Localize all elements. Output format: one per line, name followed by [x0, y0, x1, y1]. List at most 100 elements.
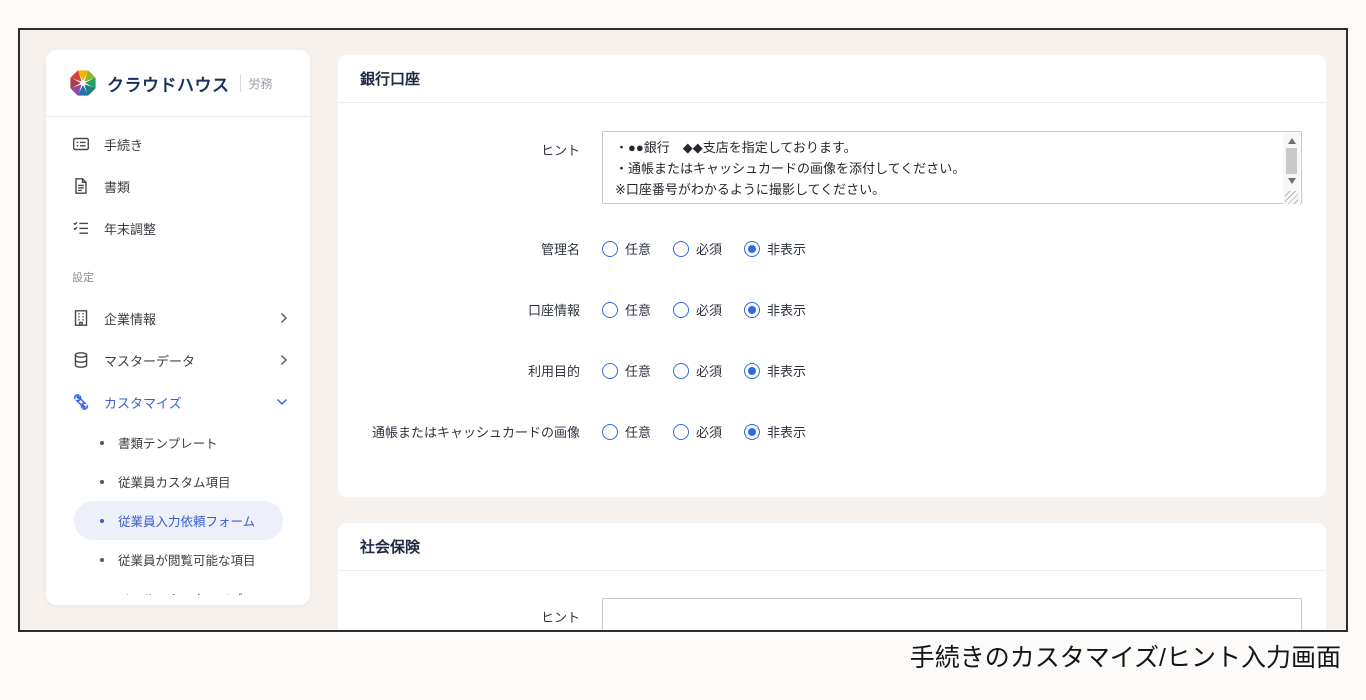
radio-group: 任意 必須 非表示 — [602, 300, 806, 319]
sidebar-subitem-label: 従業員カスタム項目 — [118, 472, 231, 491]
radio-group: 任意 必須 非表示 — [602, 361, 806, 380]
radio-icon[interactable] — [673, 363, 689, 379]
radio-icon[interactable] — [602, 363, 618, 379]
sidebar-item-label: 書類 — [104, 177, 130, 196]
sidebar-item-label: 企業情報 — [104, 309, 156, 328]
radio-option-required[interactable]: 必須 — [673, 300, 722, 319]
field-label: 口座情報 — [338, 300, 580, 319]
sidebar-subitem-employee-viewable-items[interactable]: 従業員が閲覧可能な項目 — [74, 540, 283, 579]
radio-label: 任意 — [625, 239, 651, 258]
radio-option-hidden[interactable]: 非表示 — [744, 300, 806, 319]
hint-label: ヒント — [338, 598, 580, 626]
sidebar-subitem-label: 従業員入力依頼フォーム — [118, 511, 255, 530]
scroll-up-icon[interactable] — [1288, 138, 1296, 144]
radio-icon[interactable] — [744, 424, 760, 440]
cloudhouse-logo-icon — [68, 68, 98, 98]
section-title: 社会保険 — [338, 523, 1326, 571]
hint-field-row: ヒント — [338, 598, 1326, 632]
radio-icon[interactable] — [602, 241, 618, 257]
database-icon — [72, 351, 90, 369]
field-label: 管理名 — [338, 239, 580, 258]
sidebar-subitem-doc-templates[interactable]: 書類テンプレート — [74, 423, 283, 462]
document-icon — [72, 177, 90, 195]
hint-label: ヒント — [338, 131, 580, 159]
sidebar-item-company-info[interactable]: 企業情報 — [46, 297, 310, 339]
hint-textarea[interactable]: ・●●銀行 ◆◆支店を指定しております。 ・通帳またはキャッシュカードの画像を添… — [602, 131, 1302, 204]
sidebar-item-procedures[interactable]: 手続き — [46, 123, 310, 165]
sidebar-item-yearend[interactable]: 年末調整 — [46, 207, 310, 249]
textarea-scrollbar[interactable] — [1283, 133, 1300, 204]
radio-icon[interactable] — [673, 302, 689, 318]
radio-group: 任意 必須 非表示 — [602, 239, 806, 258]
sidebar: クラウドハウス 労務 手続き — [46, 50, 310, 605]
hint-field-row: ヒント ・●●銀行 ◆◆支店を指定しております。 ・通帳またはキャッシュカードの… — [338, 131, 1326, 204]
resize-grip-icon[interactable] — [1285, 191, 1298, 204]
brand-product-label: 労務 — [249, 75, 273, 92]
field-label: 利用目的 — [338, 361, 580, 380]
sidebar-subitem-mail-customize-clipped[interactable]: メールのカスタマイズ — [74, 579, 283, 595]
radio-option-optional[interactable]: 任意 — [602, 239, 651, 258]
radio-option-required[interactable]: 必須 — [673, 239, 722, 258]
sidebar-item-customize[interactable]: カスタマイズ — [46, 381, 310, 423]
radio-label: 非表示 — [767, 239, 806, 258]
radio-option-optional[interactable]: 任意 — [602, 422, 651, 441]
radio-icon[interactable] — [673, 424, 689, 440]
sidebar-subitem-label: 書類テンプレート — [118, 433, 218, 452]
radio-option-optional[interactable]: 任意 — [602, 361, 651, 380]
screenshot-caption: 手続きのカスタマイズ/ヒント入力画面 — [910, 638, 1341, 674]
building-icon — [72, 309, 90, 327]
radio-option-required[interactable]: 必須 — [673, 422, 722, 441]
bullet-icon — [100, 480, 104, 484]
scrollbar-thumb[interactable] — [1286, 148, 1297, 174]
sidebar-subitem-label: メールのカスタマイズ — [118, 589, 243, 595]
sidebar-subitem-employee-input-request-form[interactable]: 従業員入力依頼フォーム — [74, 501, 283, 540]
radio-label: 非表示 — [767, 300, 806, 319]
procedure-card-icon — [72, 135, 90, 153]
hint-textarea[interactable] — [602, 598, 1302, 632]
checklist-icon — [72, 219, 90, 237]
radio-option-hidden[interactable]: 非表示 — [744, 239, 806, 258]
radio-icon[interactable] — [673, 241, 689, 257]
radio-label: 非表示 — [767, 361, 806, 380]
chevron-right-icon — [280, 312, 288, 324]
radio-option-required[interactable]: 必須 — [673, 361, 722, 380]
field-row-passbook-image: 通帳またはキャッシュカードの画像 任意 必須 非表示 — [338, 423, 1326, 440]
scroll-down-icon[interactable] — [1288, 178, 1296, 184]
radio-option-optional[interactable]: 任意 — [602, 300, 651, 319]
chevron-right-icon — [280, 354, 288, 366]
brand-divider — [240, 74, 241, 92]
bank-account-section: 銀行口座 ヒント ・●●銀行 ◆◆支店を指定しております。 ・通帳またはキャッシ… — [338, 55, 1326, 497]
radio-group: 任意 必須 非表示 — [602, 422, 806, 441]
app-window: クラウドハウス 労務 手続き — [18, 28, 1348, 632]
field-row-usage-purpose: 利用目的 任意 必須 非表示 — [338, 362, 1326, 379]
sidebar-item-label: マスターデータ — [104, 351, 195, 370]
radio-icon[interactable] — [744, 241, 760, 257]
sidebar-item-master-data[interactable]: マスターデータ — [46, 339, 310, 381]
sidebar-item-label: 年末調整 — [104, 219, 156, 238]
radio-option-hidden[interactable]: 非表示 — [744, 361, 806, 380]
bullet-icon — [100, 441, 104, 445]
sidebar-subitem-label: 従業員が閲覧可能な項目 — [118, 550, 256, 569]
radio-icon[interactable] — [602, 302, 618, 318]
social-insurance-section: 社会保険 ヒント — [338, 523, 1326, 632]
radio-option-hidden[interactable]: 非表示 — [744, 422, 806, 441]
radio-label: 任意 — [625, 422, 651, 441]
sidebar-item-documents[interactable]: 書類 — [46, 165, 310, 207]
radio-label: 非表示 — [767, 422, 806, 441]
brand-header[interactable]: クラウドハウス 労務 — [46, 50, 310, 117]
tools-icon — [72, 393, 90, 411]
bullet-icon — [100, 519, 104, 523]
sidebar-subitem-employee-custom-fields[interactable]: 従業員カスタム項目 — [74, 462, 283, 501]
radio-icon[interactable] — [744, 363, 760, 379]
section-title: 銀行口座 — [338, 55, 1326, 103]
bullet-icon — [100, 558, 104, 562]
radio-label: 必須 — [696, 300, 722, 319]
radio-icon[interactable] — [744, 302, 760, 318]
field-label: 通帳またはキャッシュカードの画像 — [338, 422, 580, 441]
radio-label: 必須 — [696, 239, 722, 258]
radio-label: 必須 — [696, 422, 722, 441]
radio-label: 任意 — [625, 300, 651, 319]
chevron-down-icon — [276, 398, 288, 406]
radio-icon[interactable] — [602, 424, 618, 440]
brand-name: クラウドハウス — [107, 71, 230, 96]
